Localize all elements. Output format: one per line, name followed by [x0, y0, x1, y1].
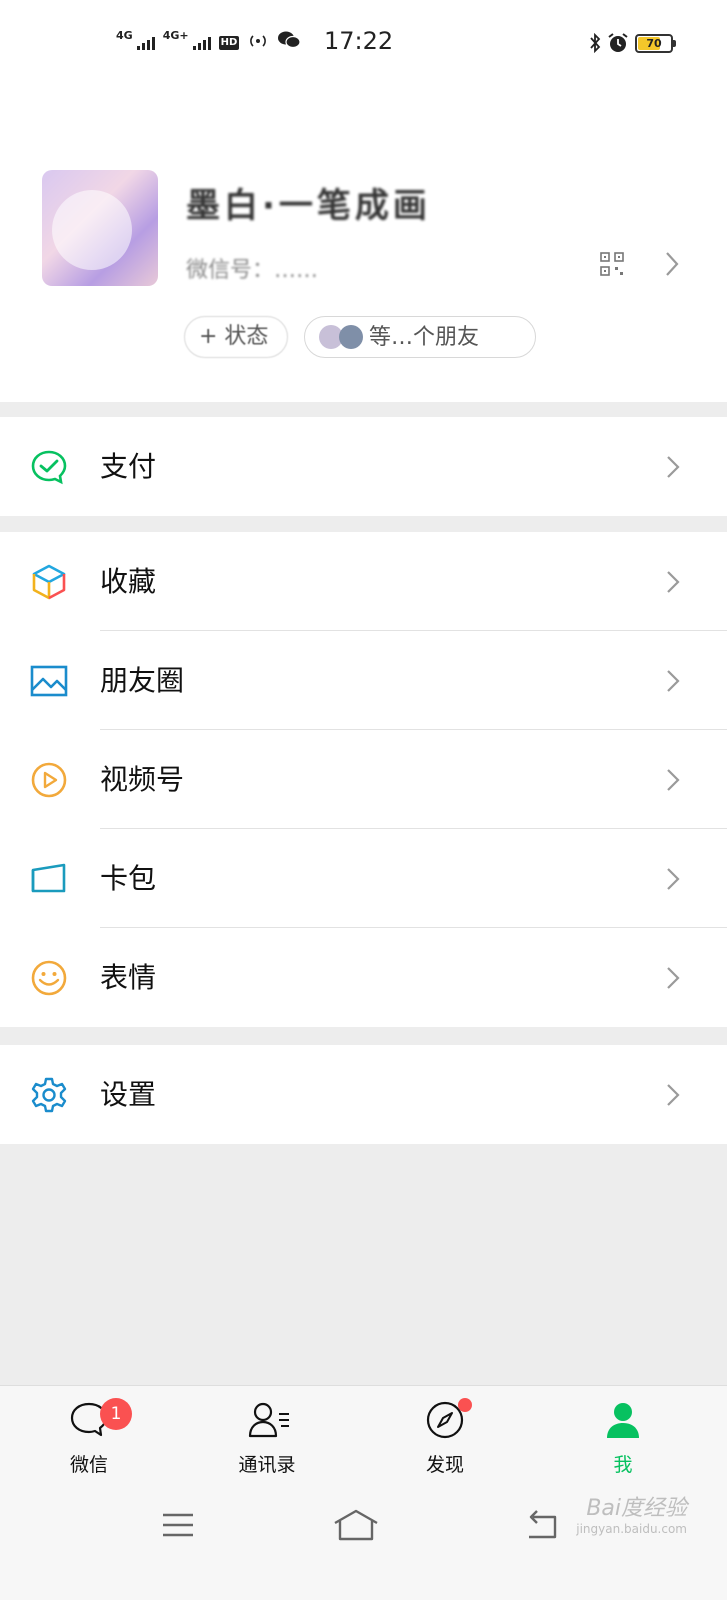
wechat-id: 微信号：……: [186, 258, 319, 283]
chevron-right-icon: [667, 1084, 680, 1106]
nickname: 墨白·一笔成画: [186, 186, 431, 226]
wechat-icon: [278, 31, 301, 49]
status-bar-left: 4G 4G+ HD: [116, 30, 301, 50]
menu-item-favorites-label: 收藏: [100, 565, 157, 598]
watermark-url: jingyan.baidu.com: [576, 1522, 687, 1536]
back-icon[interactable]: [525, 1507, 561, 1543]
friends-status-label: 等…个朋友: [369, 324, 480, 350]
signal-icon-2: 4G+: [163, 30, 211, 50]
menu-item-pay-label: 支付: [100, 450, 157, 483]
tab-contacts[interactable]: 通讯录: [212, 1386, 322, 1486]
signal-icon: 4G: [116, 30, 155, 50]
menu-group-main: 收藏 朋友圈 视频号 卡包 表情: [0, 532, 727, 1027]
menu-item-settings-label: 设置: [100, 1078, 157, 1111]
chevron-right-icon: [667, 868, 680, 890]
friend-avatar: [339, 325, 363, 349]
moments-icon: [30, 665, 68, 697]
bottom-tab-bar: 1 微信 通讯录 发现 我: [0, 1385, 727, 1485]
menu-icon[interactable]: [160, 1507, 196, 1543]
watermark-brand: Bai度经验: [586, 1496, 687, 1521]
add-status-button[interactable]: + 状态: [184, 316, 288, 358]
menu-item-cards[interactable]: 卡包: [0, 829, 727, 928]
menu-item-favorites[interactable]: 收藏: [0, 532, 727, 631]
menu-item-moments-label: 朋友圈: [100, 664, 185, 697]
menu-group-settings: 设置: [0, 1045, 727, 1144]
menu-item-moments[interactable]: 朋友圈: [0, 631, 727, 730]
channels-icon: [31, 762, 67, 798]
tab-me[interactable]: 我: [568, 1386, 678, 1486]
signal-1-label: 4G: [116, 29, 133, 42]
menu-item-settings[interactable]: 设置: [0, 1045, 727, 1144]
chevron-right-icon: [667, 456, 680, 478]
menu-group-pay: 支付: [0, 417, 727, 516]
signal-2-label: 4G+: [162, 29, 189, 42]
tab-me-label: 我: [613, 1454, 633, 1476]
chevron-right-icon: [667, 571, 680, 593]
profile-header[interactable]: 墨白·一笔成画 微信号：…… + 状态 等…个朋友: [0, 90, 727, 402]
menu-item-channels-label: 视频号: [100, 763, 185, 796]
tab-contacts-label: 通讯录: [238, 1454, 296, 1476]
discover-notification-dot: [458, 1398, 472, 1412]
hd-voice-icon: HD: [218, 36, 240, 50]
qr-code-icon[interactable]: [600, 252, 624, 276]
menu-item-stickers-label: 表情: [100, 961, 157, 994]
hotspot-icon: [250, 35, 267, 47]
tab-discover-label: 发现: [425, 1454, 464, 1476]
card-wallet-icon: [31, 863, 66, 893]
bluetooth-icon: [590, 33, 601, 53]
contacts-icon: [248, 1402, 289, 1438]
menu-item-pay[interactable]: 支付: [0, 417, 727, 516]
status-bar-right: 70: [589, 32, 676, 54]
menu-item-channels[interactable]: 视频号: [0, 730, 727, 829]
avatar[interactable]: [42, 170, 158, 286]
battery-level: 70: [646, 36, 662, 50]
home-icon[interactable]: [332, 1507, 380, 1543]
chevron-right-icon: [667, 670, 680, 692]
watermark: Bai度经验 jingyan.baidu.com: [576, 1490, 687, 1536]
menu-item-stickers[interactable]: 表情: [0, 928, 727, 1027]
menu-item-cards-label: 卡包: [100, 862, 157, 895]
chevron-right-icon: [667, 769, 680, 791]
favorites-icon: [32, 564, 66, 600]
pay-icon: [31, 450, 67, 485]
unread-badge: 1: [100, 1398, 132, 1430]
settings-gear-icon: [31, 1077, 67, 1113]
tab-chats-label: 微信: [69, 1454, 108, 1476]
chevron-right-icon: [667, 967, 680, 989]
chevron-right-icon: [666, 252, 679, 276]
status-bar: 4G 4G+ HD 17:22 70: [0, 0, 727, 90]
friends-status-button[interactable]: 等…个朋友: [304, 316, 536, 358]
clock: 17:22: [324, 27, 394, 55]
person-icon: [607, 1403, 639, 1438]
battery-icon: 70: [635, 33, 676, 53]
tab-chats[interactable]: 1 微信: [34, 1386, 144, 1486]
stickers-icon: [31, 960, 67, 996]
tab-discover[interactable]: 发现: [390, 1386, 500, 1486]
alarm-icon: [608, 33, 628, 52]
